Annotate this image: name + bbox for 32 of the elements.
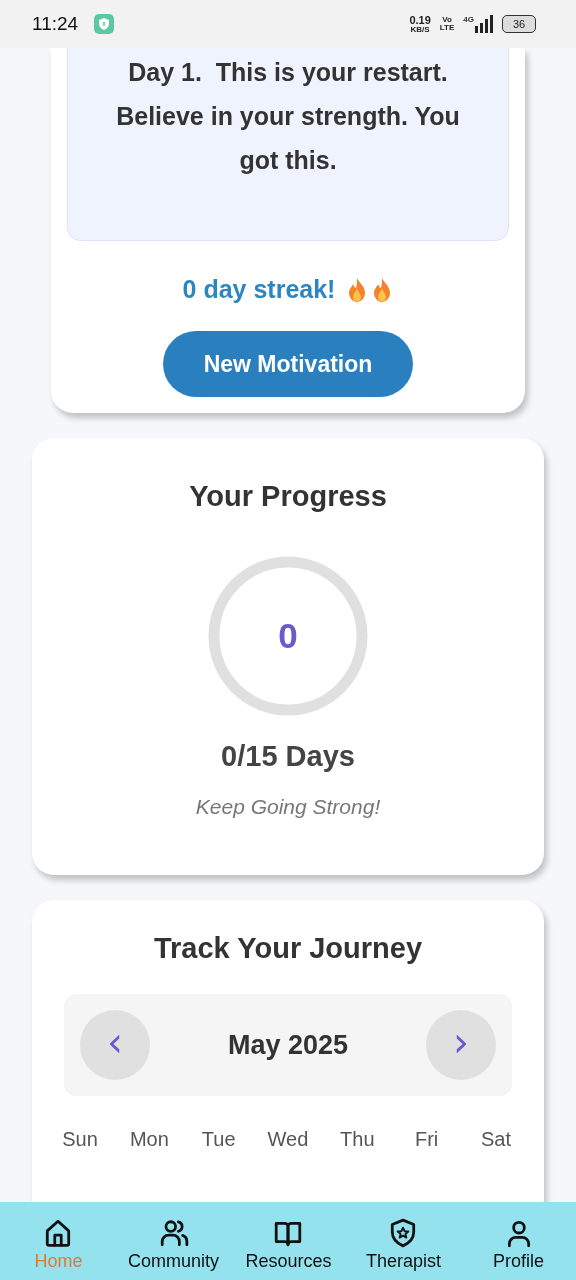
- month-label: May 2025: [227, 1029, 349, 1061]
- next-month-button[interactable]: ›: [426, 1010, 496, 1080]
- nav-tab[interactable]: Therapist: [363, 1202, 443, 1280]
- network-speed: 0.19: [409, 14, 431, 26]
- days-progress: 0/15 Days: [221, 740, 355, 773]
- weekday-label: Mon: [128, 1128, 170, 1151]
- new-motivation-button[interactable]: New Motivation: [163, 331, 413, 397]
- battery-icon: 36: [502, 15, 536, 33]
- journey-title: Track Your Journey: [153, 931, 423, 966]
- volte-label: Vo: [442, 16, 452, 24]
- nav-tab[interactable]: Community: [126, 1202, 221, 1280]
- weekday-label: Fri: [413, 1128, 440, 1151]
- progress-title: Your Progress: [189, 479, 387, 514]
- speed-unit: KB/S: [410, 25, 430, 34]
- progress-count: 0: [278, 616, 298, 656]
- motivation-quote: Day 1. This is your restart. Believe in your strength. You got this.: [115, 57, 461, 176]
- weekday-label: Wed: [266, 1128, 310, 1151]
- weekday-label: Thu: [339, 1128, 376, 1151]
- weekday-label: Sun: [61, 1128, 99, 1151]
- weekday-label: Sat: [479, 1128, 512, 1151]
- network-type: 4G: [463, 15, 474, 24]
- people-icon: [158, 1218, 189, 1248]
- signal-icon: [475, 15, 493, 33]
- previous-month-button[interactable]: ‹: [80, 1010, 150, 1080]
- encouragement-text: Keep Going Strong!: [195, 795, 381, 819]
- volte-label: LTE: [439, 24, 455, 32]
- clock-time: 11:24: [32, 13, 79, 35]
- nav-tab[interactable]: Profile: [491, 1202, 546, 1280]
- streak-count: 0 day streak!: [182, 275, 336, 304]
- shield-app-icon: [94, 14, 115, 34]
- nav-tab[interactable]: Resources: [243, 1202, 334, 1280]
- weekday-label: Tue: [200, 1128, 237, 1151]
